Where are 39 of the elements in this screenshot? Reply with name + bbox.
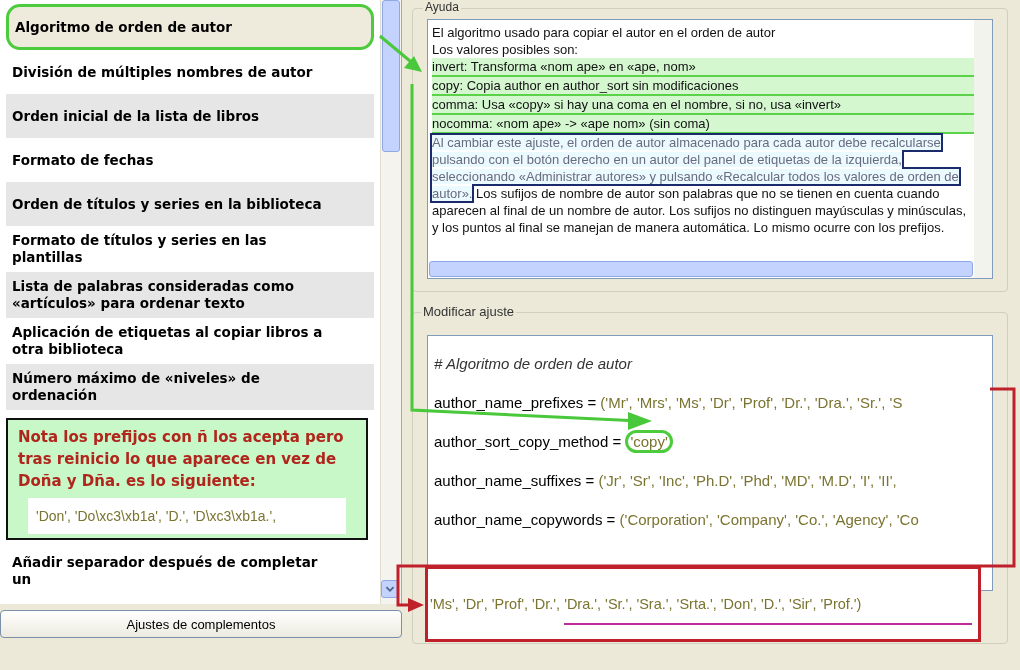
settings-list-item[interactable]: División de múltiples nombres de autor (6, 50, 374, 94)
settings-list-item[interactable]: Aplicación de etiquetas al copiar libros a otra biblioteca (6, 318, 374, 364)
settings-list-item[interactable]: Orden de títulos y series en la biblioteca (6, 182, 374, 226)
settings-list-item[interactable]: Formato de títulos y series en las plantillas (6, 226, 374, 272)
callout-text: 'Ms', 'Dr', 'Prof', 'Dr.', 'Dra.', 'Sr.', 'Sra.', 'Srta.', 'Don', 'D.', 'Sir', 'Prof.') (429, 596, 862, 612)
vertical-scrollbar[interactable] (974, 20, 992, 278)
note-text: Doña y Dña. es lo siguiente: (18, 471, 257, 492)
vertical-scrollbar[interactable] (380, 0, 401, 604)
setting-name: author_sort_copy_method = (434, 433, 623, 450)
settings-list-item[interactable]: Orden inicial de la lista de libros (6, 94, 374, 138)
settings-list-item[interactable]: Número máximo de «niveles» de ordenación (6, 364, 374, 410)
settings-list-item[interactable]: Algoritmo de orden de autor (6, 4, 374, 50)
setting-name: author_name_copywords = (434, 511, 617, 528)
group-title: Modificar ajuste (421, 304, 517, 319)
help-option: copy: Copia author en author_sort sin modificaciones (432, 77, 974, 96)
help-option: invert: Transforma «nom ape» en «ape, nom» (432, 58, 974, 77)
note-text: Nota los prefijos con ñ los acepta pero (18, 427, 345, 448)
annotation-arrow (379, 34, 422, 72)
plugin-settings-button[interactable]: Ajustes de complementos (0, 610, 402, 638)
help-text: El algoritmo usado para copiar el autor en el orden de autor (432, 24, 777, 41)
setting-value: 'copy' (625, 430, 673, 453)
group-title: Ayuda (423, 0, 461, 14)
note-code: 'Don', 'Do\xc3\xb1a', 'D.', 'D\xc3\xb1a.', (28, 498, 346, 534)
setting-value: ('Mr', 'Mrs', 'Ms', 'Dr', 'Prof', 'Dr.', 'Dra.', 'Sr.', 'S (600, 394, 903, 411)
help-option: nocomma: «nom ape» -> «ape nom» (sin coma) (432, 115, 974, 134)
code-comment: # Algoritmo de orden de autor (434, 355, 632, 372)
settings-list-item[interactable]: Formato de fechas (6, 138, 374, 182)
setting-name: author_name_prefixes = (434, 394, 598, 411)
help-paragraph: Al cambiar este ajuste, el orden de autor almacenado para cada autor debe recalcularse pulsando con el botón derecho en un autor del panel de etiquetas de la izquierda, seleccionando «Administrar autores» y pulsando «Recalcular todos los valores de orden de autor». Los sufijos de nombre de autor son palabras que no se tienen en cuenta cuando aparecen al final de un nombre de autor. Los sufijos no distinguen mayúsculas y minúsculas, y los puntos al final se manejan de manera automática. Lo mismo ocurre con los prefijos. (432, 134, 968, 236)
help-text: Los valores posibles son: (432, 41, 579, 58)
note-text: tras reinicio lo que aparece en vez de (18, 449, 338, 470)
setting-value: ('Corporation', 'Company', 'Co.', 'Agency', 'Co (619, 511, 919, 528)
settings-list-item[interactable]: Lista de palabras consideradas como «artículos» para ordenar texto (6, 272, 374, 318)
help-option: comma: Usa «copy» si hay una coma en el nombre, si no, usa «invert» (432, 96, 974, 115)
setting-value: ('Jr', 'Sr', 'Inc', 'Ph.D', 'Phd', 'MD', 'M.D', 'I', 'II', (598, 472, 897, 489)
settings-list-item[interactable]: Añadir separador después de completar un (6, 548, 374, 594)
scrollbar-thumb[interactable] (382, 0, 400, 152)
horizontal-scrollbar[interactable] (429, 261, 973, 277)
setting-name: author_name_suffixes = (434, 472, 596, 489)
